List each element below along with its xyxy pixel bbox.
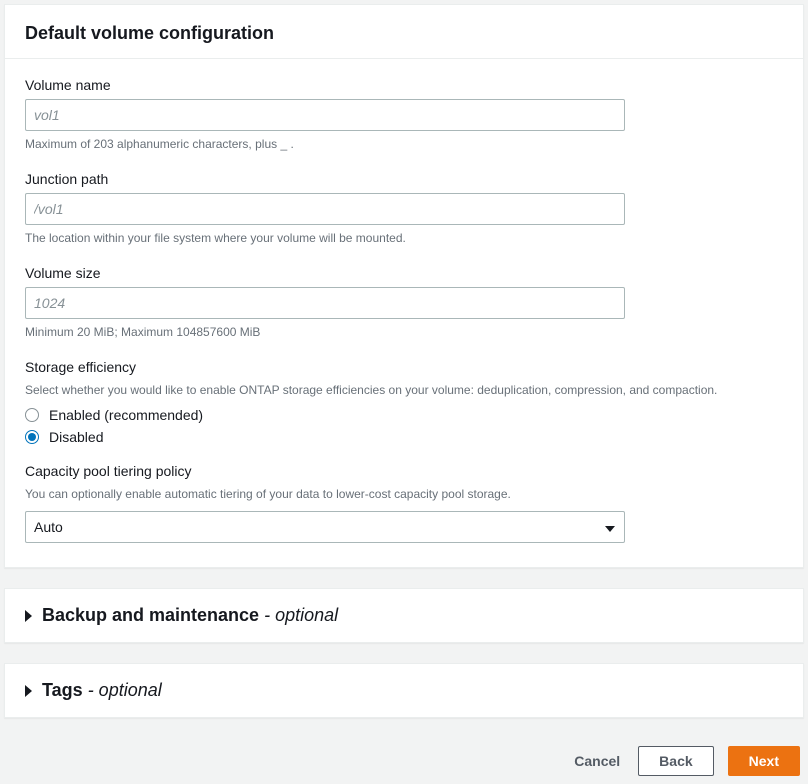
volume-name-label: Volume name (25, 77, 783, 93)
tiering-policy-group: Capacity pool tiering policy You can opt… (25, 463, 783, 543)
volume-size-input[interactable] (25, 287, 625, 319)
default-volume-config-panel: Default volume configuration Volume name… (4, 4, 804, 568)
tiering-policy-selected: Auto (34, 519, 63, 535)
backup-maintenance-title: Backup and maintenance - optional (42, 605, 338, 626)
radio-icon (25, 408, 39, 422)
panel-title: Default volume configuration (25, 23, 783, 44)
volume-name-group: Volume name Maximum of 203 alphanumeric … (25, 77, 783, 153)
junction-path-label: Junction path (25, 171, 783, 187)
backup-maintenance-header[interactable]: Backup and maintenance - optional (5, 589, 803, 642)
storage-efficiency-radios: Enabled (recommended) Disabled (25, 407, 783, 445)
tags-header[interactable]: Tags - optional (5, 664, 803, 717)
caret-right-icon (25, 610, 32, 622)
cancel-button[interactable]: Cancel (570, 747, 624, 775)
tags-panel: Tags - optional (4, 663, 804, 718)
volume-size-label: Volume size (25, 265, 783, 281)
volume-size-group: Volume size Minimum 20 MiB; Maximum 1048… (25, 265, 783, 341)
storage-efficiency-label: Storage efficiency (25, 359, 783, 375)
radio-icon (25, 430, 39, 444)
storage-efficiency-help: Select whether you would like to enable … (25, 381, 783, 399)
back-button[interactable]: Back (638, 746, 713, 776)
tiering-policy-select[interactable]: Auto (25, 511, 625, 543)
panel-header: Default volume configuration (5, 5, 803, 59)
junction-path-group: Junction path The location within your f… (25, 171, 783, 247)
radio-disabled[interactable]: Disabled (25, 429, 783, 445)
volume-name-help: Maximum of 203 alphanumeric characters, … (25, 135, 783, 153)
junction-path-input[interactable] (25, 193, 625, 225)
tiering-policy-label: Capacity pool tiering policy (25, 463, 783, 479)
volume-name-input[interactable] (25, 99, 625, 131)
tags-title: Tags - optional (42, 680, 162, 701)
tiering-policy-help: You can optionally enable automatic tier… (25, 485, 783, 503)
caret-right-icon (25, 685, 32, 697)
radio-enabled[interactable]: Enabled (recommended) (25, 407, 783, 423)
volume-size-help: Minimum 20 MiB; Maximum 104857600 MiB (25, 323, 783, 341)
junction-path-help: The location within your file system whe… (25, 229, 783, 247)
backup-maintenance-panel: Backup and maintenance - optional (4, 588, 804, 643)
radio-disabled-label: Disabled (49, 429, 103, 445)
storage-efficiency-group: Storage efficiency Select whether you wo… (25, 359, 783, 445)
footer-actions: Cancel Back Next (4, 738, 804, 780)
radio-enabled-label: Enabled (recommended) (49, 407, 203, 423)
next-button[interactable]: Next (728, 746, 800, 776)
tiering-policy-select-wrapper: Auto (25, 511, 625, 543)
panel-body: Volume name Maximum of 203 alphanumeric … (5, 59, 803, 567)
